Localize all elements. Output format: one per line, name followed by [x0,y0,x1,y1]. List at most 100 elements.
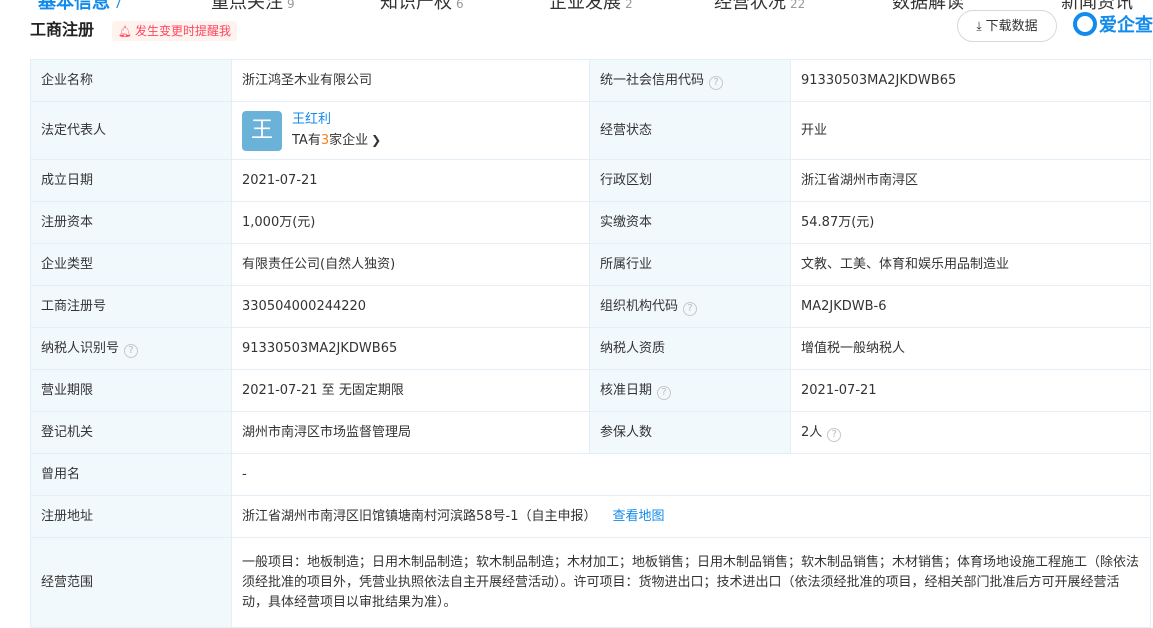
tab-business-status[interactable]: 经营状况 22 [714,0,805,16]
label-founded-date: 成立日期 [30,159,232,202]
change-remind-button[interactable]: 🔔︎ 发生变更时提醒我 [112,21,237,41]
bell-icon: 🔔︎ [118,25,132,38]
value-taxpayer-id: 91330503MA2JKDWB65 [231,327,590,370]
label-insured-count: 参保人数 [589,411,791,454]
table-row: 工商注册号 330504000244220 组织机构代码? MA2JKDWB-6 [30,285,1151,328]
value-business-scope: 一般项目：地板制造；日用木制品制造；软木制品制造；木材加工；地板销售；日用木制品… [231,537,1151,628]
tab-label: 基本信息 [38,0,110,13]
value-business-term: 2021-07-21 至 无固定期限 [231,369,590,412]
value-admin-region: 浙江省湖州市南浔区 [790,159,1151,202]
table-row: 曾用名 - [30,453,1151,496]
question-icon[interactable]: ? [683,301,698,316]
tab-label: 企业发展 [549,0,621,13]
related-count: 3 [320,133,330,148]
label-registered-address: 注册地址 [30,495,232,538]
download-icon: ⤓ [976,19,982,33]
question-icon[interactable]: ? [709,75,724,90]
avatar[interactable]: 王 [242,110,282,151]
related-companies-link[interactable]: TA有3家企业 ❯ [292,130,381,151]
value-registered-capital: 1,000万(元) [231,201,590,244]
value-org-code: MA2JKDWB-6 [790,285,1151,328]
label-former-name: 曾用名 [30,453,232,496]
label-taxpayer-qualification: 纳税人资质 [589,327,791,370]
legal-rep-info: 王红利 TA有3家企业 ❯ [292,110,381,151]
label-text: 组织机构代码 [600,298,679,314]
table-row: 经营范围 一般项目：地板制造；日用木制品制造；软木制品制造；木材加工；地板销售；… [30,537,1151,628]
label-admin-region: 行政区划 [589,159,791,202]
label-paid-capital: 实缴资本 [589,201,791,244]
value-paid-capital: 54.87万(元) [790,201,1151,244]
table-row: 登记机关 湖州市南浔区市场监督管理局 参保人数 2人? [30,411,1151,454]
table-row: 纳税人识别号? 91330503MA2JKDWB65 纳税人资质 增值税一般纳税… [30,327,1151,370]
label-business-term: 营业期限 [30,369,232,412]
chevron-right-icon: ❯ [371,133,382,147]
brand-name: 爱企查 [1099,15,1153,36]
section-title: 工商注册 [30,20,95,39]
label-registration-authority: 登记机关 [30,411,232,454]
table-row: 成立日期 2021-07-21 行政区划 浙江省湖州市南浔区 [30,159,1151,202]
legal-rep-card: 王 王红利 TA有3家企业 ❯ [242,110,579,151]
label-registered-capital: 注册资本 [30,201,232,244]
label-legal-rep: 法定代表人 [30,101,232,160]
label-company-type: 企业类型 [30,243,232,286]
tab-count: 7 [114,0,122,11]
tab-count: 22 [790,0,806,11]
view-map-link[interactable]: 查看地图 [613,509,665,524]
tab-label: 重点关注 [211,0,283,13]
table-row: 注册资本 1,000万(元) 实缴资本 54.87万(元) [30,201,1151,244]
tab-label: 数据解读 [892,0,964,13]
label-org-code: 组织机构代码? [589,285,791,328]
value-insured-count: 2人? [790,411,1151,454]
remind-label: 发生变更时提醒我 [134,24,231,38]
tab-basic-info[interactable]: 基本信息 7 [38,0,122,16]
insured-count-text: 2人 [801,424,823,440]
value-credit-code: 91330503MA2JKDWB65 [790,59,1151,102]
table-row: 法定代表人 王 王红利 TA有3家企业 ❯ 经营状态 开业 [30,101,1151,160]
table-row: 企业类型 有限责任公司(自然人独资) 所属行业 文教、工美、体育和娱乐用品制造业 [30,243,1151,286]
tab-enterprise-development[interactable]: 企业发展 2 [549,0,633,16]
legal-rep-name-link[interactable]: 王红利 [292,110,381,130]
value-industry: 文教、工美、体育和娱乐用品制造业 [790,243,1151,286]
value-legal-rep: 王 王红利 TA有3家企业 ❯ [231,101,590,160]
table-row: 注册地址 浙江省湖州市南浔区旧馆镇塘南村河滨路58号-1（自主申报） 查看地图 [30,495,1151,538]
label-approval-date: 核准日期? [589,369,791,412]
label-text: 核准日期 [600,382,653,398]
value-registered-address: 浙江省湖州市南浔区旧馆镇塘南村河滨路58号-1（自主申报） 查看地图 [231,495,1151,538]
tab-count: 2 [625,0,633,11]
tab-data-interpretation[interactable]: 数据解读 [892,0,964,15]
value-taxpayer-qualification: 增值税一般纳税人 [790,327,1151,370]
business-registration-table: 企业名称 浙江鸿圣木业有限公司 统一社会信用代码? 91330503MA2JKD… [30,59,1151,628]
tab-key-attention[interactable]: 重点关注 9 [211,0,295,16]
value-company-type: 有限责任公司(自然人独资) [231,243,590,286]
value-registration-number: 330504000244220 [231,285,590,328]
label-company-name: 企业名称 [30,59,232,102]
related-suffix: 家企业 [329,133,369,148]
address-text: 浙江省湖州市南浔区旧馆镇塘南村河滨路58号-1（自主申报） [242,508,597,524]
brand-logo-icon [1073,12,1097,36]
label-industry: 所属行业 [589,243,791,286]
label-registration-number: 工商注册号 [30,285,232,328]
question-icon[interactable]: ? [657,385,672,400]
value-company-name: 浙江鸿圣木业有限公司 [231,59,590,102]
table-row: 营业期限 2021-07-21 至 无固定期限 核准日期? 2021-07-21 [30,369,1151,412]
tab-label: 知识产权 [380,0,452,13]
label-business-scope: 经营范围 [30,537,232,628]
question-icon[interactable]: ? [124,343,139,358]
value-approval-date: 2021-07-21 [790,369,1151,412]
value-registration-authority: 湖州市南浔区市场监督管理局 [231,411,590,454]
related-prefix: TA有 [292,133,321,148]
tab-count: 9 [287,0,295,11]
label-text: 统一社会信用代码 [600,72,705,88]
label-taxpayer-id: 纳税人识别号? [30,327,232,370]
download-label: 下载数据 [985,19,1038,34]
table-row: 企业名称 浙江鸿圣木业有限公司 统一社会信用代码? 91330503MA2JKD… [30,59,1151,102]
label-business-status: 经营状态 [589,101,791,160]
value-business-status: 开业 [790,101,1151,160]
download-data-button[interactable]: ⤓ 下载数据 [957,10,1057,42]
tab-intellectual-property[interactable]: 知识产权 6 [380,0,464,16]
label-text: 纳税人识别号 [41,340,120,356]
label-credit-code: 统一社会信用代码? [589,59,791,102]
question-icon[interactable]: ? [827,427,842,442]
tab-count: 6 [456,0,464,11]
brand-logo: 爱企查 [1073,12,1153,42]
